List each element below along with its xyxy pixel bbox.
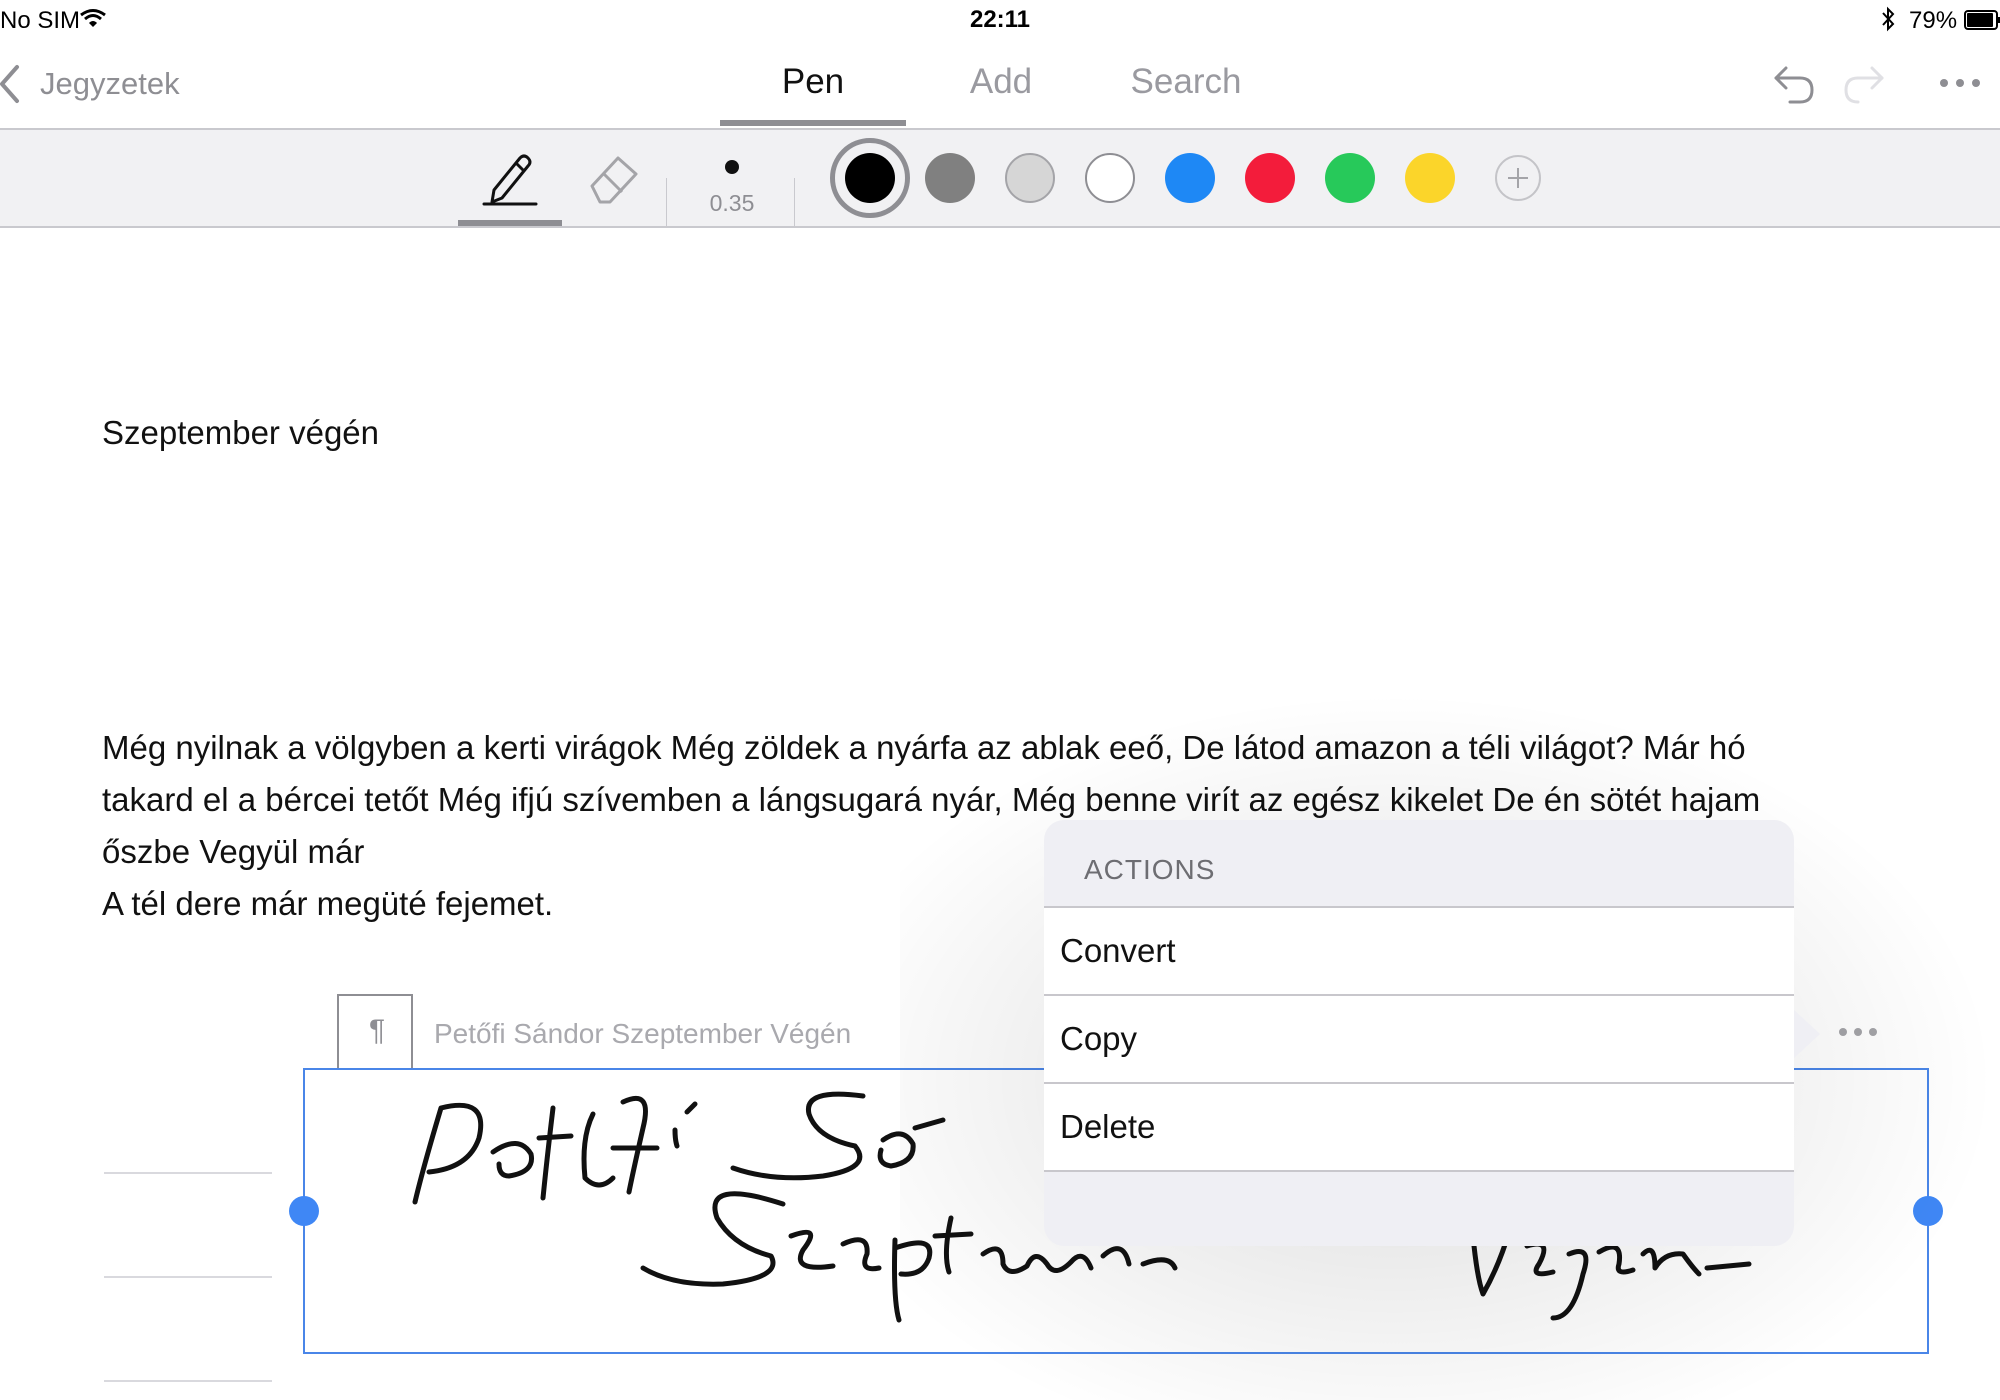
nav-bar: Jegyzetek Pen Add Search	[0, 40, 2000, 130]
color-swatch-black[interactable]	[845, 153, 895, 203]
battery-icon	[1964, 10, 2000, 30]
actions-title: ACTIONS	[1084, 854, 1216, 885]
paragraph-marker-button[interactable]: ¶	[337, 994, 413, 1070]
battery-percent: 79%	[1909, 7, 1958, 34]
ink-more-icon[interactable]	[1838, 1026, 1878, 1038]
active-tab-indicator	[720, 120, 906, 126]
color-swatch-white[interactable]	[1085, 153, 1135, 203]
color-swatch-dark-gray[interactable]	[925, 153, 975, 203]
document-title[interactable]: Szeptember végén	[102, 414, 379, 452]
toolbar-divider	[794, 178, 795, 226]
tab-add[interactable]: Add	[940, 62, 1062, 102]
selection-handle-left[interactable]	[289, 1196, 319, 1226]
pen-tool-indicator	[458, 220, 562, 226]
stroke-size-button[interactable]: 0.35	[680, 142, 784, 226]
ruled-line	[104, 1172, 272, 1174]
color-swatch-light-gray[interactable]	[1005, 153, 1055, 203]
color-swatch-yellow[interactable]	[1405, 153, 1455, 203]
action-convert[interactable]: Convert	[1044, 906, 1794, 994]
popover-arrow	[1794, 1010, 1820, 1058]
pencil-icon	[482, 154, 538, 206]
back-button[interactable]: Jegyzetek	[0, 50, 200, 120]
more-options-icon[interactable]	[1938, 76, 1982, 90]
stroke-size-dot	[725, 160, 739, 174]
toolbar-divider	[666, 178, 667, 226]
tab-pen[interactable]: Pen	[720, 62, 906, 102]
pen-tool-button[interactable]	[458, 130, 562, 226]
tab-search[interactable]: Search	[1110, 62, 1262, 102]
color-swatch-red[interactable]	[1245, 153, 1295, 203]
action-delete[interactable]: Delete	[1044, 1082, 1794, 1172]
undo-icon[interactable]	[1770, 60, 1818, 106]
ink-recognition-caption[interactable]: Petőfi Sándor Szeptember Végén	[434, 1018, 851, 1050]
back-label: Jegyzetek	[40, 66, 180, 101]
stroke-size-value: 0.35	[709, 190, 755, 216]
action-label: Copy	[1060, 1020, 1138, 1057]
actions-popover-title: ACTIONS	[1044, 820, 1794, 906]
chevron-left-icon	[0, 65, 19, 103]
ruled-line	[104, 1380, 272, 1382]
action-copy[interactable]: Copy	[1044, 994, 1794, 1082]
redo-icon[interactable]	[1840, 60, 1888, 106]
selection-handle-right[interactable]	[1913, 1196, 1943, 1226]
action-label: Delete	[1060, 1108, 1156, 1145]
add-color-icon[interactable]	[1494, 154, 1542, 202]
color-swatch-blue[interactable]	[1165, 153, 1215, 203]
color-swatch-green[interactable]	[1325, 153, 1375, 203]
pen-toolbar: 0.35	[0, 130, 2000, 228]
ruled-line	[104, 1276, 272, 1278]
clock: 22:11	[969, 6, 1031, 33]
actions-popover: ACTIONS Convert Copy Delete	[1044, 820, 1794, 1246]
action-label: Convert	[1060, 932, 1176, 969]
status-bar: No SIM 22:11 79%	[0, 0, 2000, 40]
pilcrow-icon: ¶	[368, 1014, 386, 1047]
bluetooth-icon	[1882, 6, 1895, 32]
eraser-icon[interactable]	[582, 146, 646, 210]
paragraph-line: Még nyilnak a völgyben a kerti virágok M…	[102, 729, 1746, 766]
paragraph-line: takard el a bércei tetőt Még ifjú szívem…	[102, 781, 1761, 818]
